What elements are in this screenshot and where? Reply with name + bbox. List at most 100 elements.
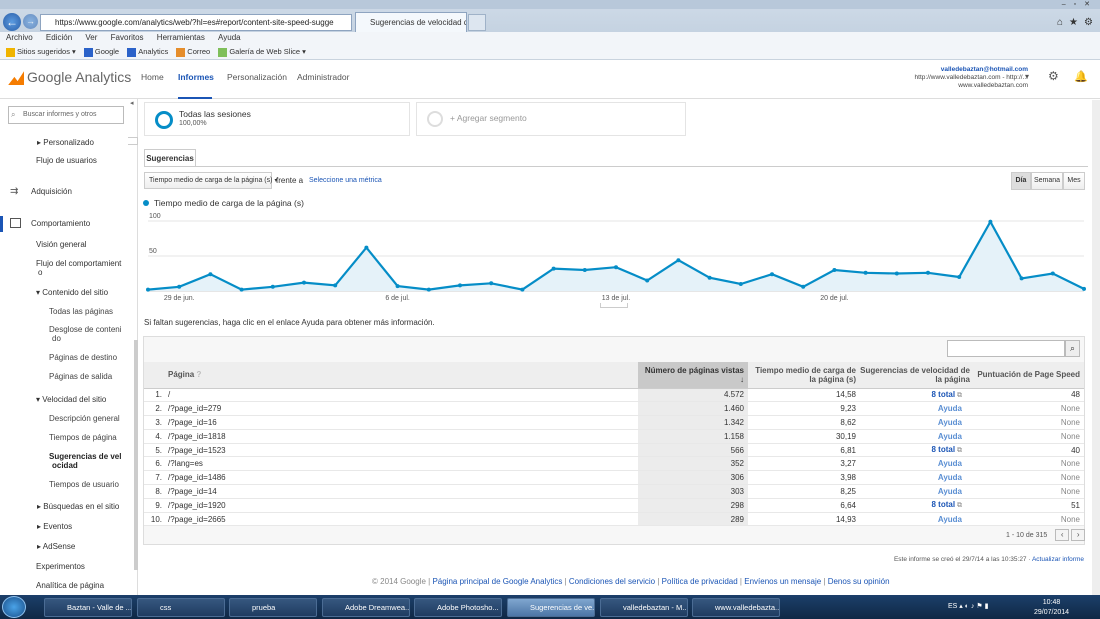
sidebar-item-flujo-usuarios[interactable]: Flujo de usuarios [36,156,97,165]
browser-tab-active[interactable]: Sugerencias de velocidad d... [355,12,467,32]
data-point[interactable] [957,275,962,279]
add-segment[interactable]: + Agregar segmento [416,102,686,136]
metric-select[interactable]: Tiempo medio de carga de la página (s) ▾ [144,172,277,189]
taskbar-item-chrome[interactable]: Baztan - Valle de ... [44,598,132,617]
fav-google[interactable]: Google [83,47,119,57]
row-page-link[interactable]: /?page_id=1523 [166,443,638,458]
sidebar-item-paginas-salida[interactable]: Páginas de salida [49,372,112,381]
header-page-speed[interactable]: Puntuación de Page Speed [974,362,1084,389]
footer-link-terms[interactable]: Condiciones del servicio [569,577,655,586]
update-report-link[interactable]: Actualizar informe [1032,556,1084,563]
sidebar-item-adsense[interactable]: ▸ AdSense [37,542,75,551]
row-suggestions[interactable]: Ayuda [860,512,974,527]
sidebar-item-eventos[interactable]: ▸ Eventos [37,522,72,531]
row-page-link[interactable]: /?page_id=1818 [166,429,638,444]
menu-favoritos[interactable]: Favoritos [111,33,144,42]
row-page-link[interactable]: /?page_id=2665 [166,512,638,527]
sidebar-item-tiempos-usuario[interactable]: Tiempos de usuario [49,480,119,489]
data-point[interactable] [551,266,556,271]
period-dia-button[interactable]: Día [1011,172,1031,190]
notifications-bell-icon[interactable]: 🔔 [1074,70,1088,83]
header-sugerencias[interactable]: Sugerencias de velocidad de la página [860,362,974,389]
table-search-input[interactable] [947,340,1065,357]
sidebar-item-busquedas[interactable]: ▸ Búsquedas en el sitio [37,502,119,511]
data-point[interactable] [489,281,494,286]
row-suggestions[interactable]: Ayuda [860,470,974,486]
header-pagina[interactable]: Página ? [166,362,638,389]
ga-logo[interactable]: Google Analytics [8,69,131,86]
sidebar-item-analitica-pagina[interactable]: Analítica de página [36,581,104,590]
tab-sugerencias[interactable]: Sugerencias [144,149,196,167]
row-page-link[interactable]: /?page_id=279 [166,401,638,417]
data-point[interactable] [676,258,681,263]
data-point[interactable] [364,245,369,250]
new-tab-button[interactable] [468,14,486,31]
sidebar-item-paginas-destino[interactable]: Páginas de destino [49,353,117,362]
period-mes-button[interactable]: Mes [1063,172,1085,190]
sidebar-scrollbar[interactable] [134,340,138,570]
clock[interactable]: 10:48 29/07/2014 [1034,598,1069,618]
home-star-gear-icon[interactable]: ⌂★⚙ [1057,17,1099,28]
footer-link-privacy[interactable]: Política de privacidad [662,577,738,586]
sidebar-item-personalizado[interactable]: ▸ Personalizado [37,138,94,147]
menu-herramientas[interactable]: Herramientas [157,33,205,42]
segment-all-sessions[interactable]: Todas las sesiones 100,00% [144,102,410,136]
data-point[interactable] [582,268,587,272]
data-point[interactable] [1019,276,1024,281]
data-point[interactable] [426,287,431,292]
taskbar-item-css[interactable]: css [137,598,225,617]
fav-analytics[interactable]: Analytics [127,47,168,57]
data-point[interactable] [270,284,275,289]
menu-ver[interactable]: Ver [85,33,97,42]
forward-button-icon[interactable]: → [23,14,38,29]
data-point[interactable] [707,275,712,280]
row-page-link[interactable]: /?page_id=14 [166,484,638,499]
sidebar-item-flujo-comportamiento[interactable]: Flujo del comportamient [36,259,121,268]
row-suggestions[interactable]: Ayuda [860,429,974,444]
data-point[interactable] [894,271,899,276]
data-point[interactable] [458,283,462,288]
row-page-link[interactable]: /?page_id=16 [166,415,638,430]
data-point[interactable] [520,287,525,292]
taskbar-item-prueba[interactable]: prueba [229,598,317,617]
menu-archivo[interactable]: Archivo [6,33,33,42]
sidebar-item-todas-paginas[interactable]: Todas las páginas [49,307,113,316]
sidebar-item-comportamiento[interactable]: Comportamiento [31,219,90,228]
data-point[interactable] [146,287,150,292]
settings-gear-icon[interactable]: ⚙ [1048,69,1059,83]
next-page-button[interactable]: › [1071,529,1086,541]
menu-edicion[interactable]: Edición [46,33,72,42]
data-point[interactable] [801,284,806,289]
data-point[interactable] [239,287,244,292]
nav-home[interactable]: Home [141,72,164,82]
fav-webslice[interactable]: Galería de Web Slice ▾ [218,47,306,57]
data-point[interactable] [395,284,400,289]
data-point[interactable] [302,280,306,285]
select-metric-link[interactable]: Seleccione una métrica [309,177,382,184]
row-suggestions[interactable]: Ayuda [860,401,974,417]
sidebar-item-velocidad-sitio[interactable]: ▾ Velocidad del sitio [36,395,106,404]
sidebar-item-desglose[interactable]: Desglose de conteni [49,325,122,334]
prev-page-button[interactable]: ‹ [1055,529,1070,541]
row-page-link[interactable]: /?lang=es [166,456,638,472]
nav-informes[interactable]: Informes [178,72,214,82]
window-controls[interactable]: –▫✕ [1044,0,1098,9]
account-dropdown-icon[interactable]: ▾ [1025,72,1029,81]
data-point[interactable] [832,268,837,272]
sidebar-item-experimentos[interactable]: Experimentos [36,562,85,571]
taskbar-item-ie[interactable]: Sugerencias de ve... [507,598,595,617]
header-paginas-vistas[interactable]: Número de páginas vistas ↓ [638,362,748,389]
data-point[interactable] [770,272,774,277]
row-page-link[interactable]: /?page_id=1920 [166,498,638,513]
footer-link-message[interactable]: Envíenos un mensaje [744,577,821,586]
sidebar-item-descripcion-general[interactable]: Descripción general [49,414,120,423]
row-suggestions[interactable]: 8 total ⧉ [860,498,974,513]
taskbar-item-mail[interactable]: valledebaztan - M... [600,598,688,617]
start-button-icon[interactable] [2,596,26,618]
row-suggestions[interactable]: 8 total ⧉ [860,443,974,458]
row-suggestions[interactable]: Ayuda [860,484,974,499]
data-point[interactable] [614,265,618,270]
page-scrollbar[interactable] [1092,100,1100,595]
sidebar-item-adquisicion[interactable]: Adquisición [31,187,72,196]
data-point[interactable] [1050,271,1055,276]
